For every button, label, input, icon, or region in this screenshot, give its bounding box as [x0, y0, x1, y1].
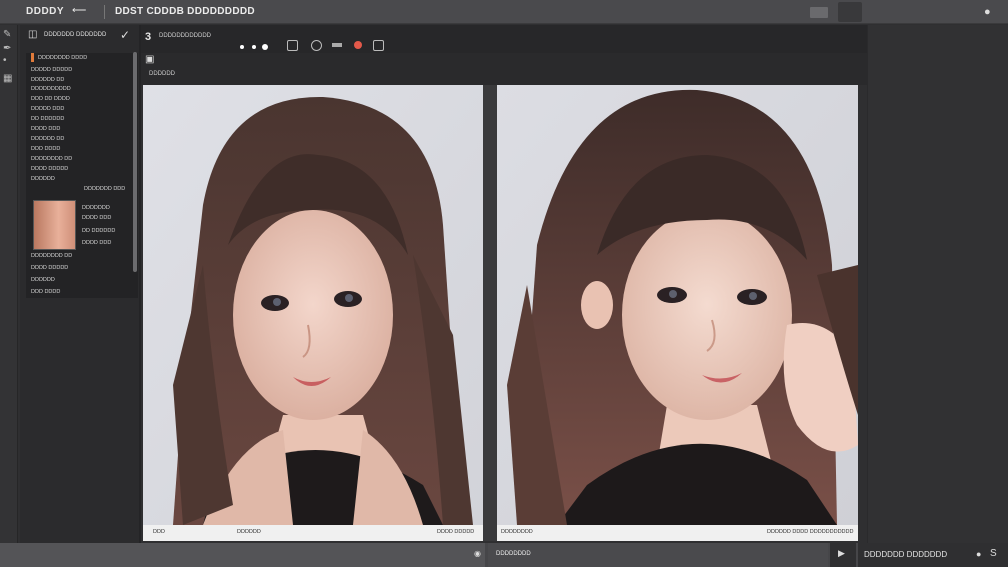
- workspace-button[interactable]: [838, 2, 862, 22]
- document-icon: ▣: [145, 54, 155, 65]
- status-segment-middle: [488, 543, 828, 567]
- status-segment-left: [0, 543, 485, 567]
- layer-item[interactable]: DDDDDDDDDD: [31, 86, 71, 92]
- portrait-image-right[interactable]: [497, 85, 858, 525]
- left-caption-b: DDDDDD: [237, 529, 261, 535]
- layers-panel: ◫ DDDDDDD DDDDDDD ✓ DDDDDDDD DDDD DDDDD …: [20, 25, 139, 543]
- grid-tool-icon[interactable]: ▦: [3, 73, 12, 84]
- properties-panel: [867, 25, 1008, 543]
- pen-tool-icon[interactable]: ✒: [3, 43, 11, 54]
- portrait-right-svg: [497, 85, 858, 525]
- right-caption-b: DDDDDD DDDD DDDDDDDDDDD: [767, 529, 854, 535]
- layer-item[interactable]: DDDDDDDD DDDD: [38, 55, 87, 61]
- dot-tool-icon[interactable]: •: [3, 55, 7, 66]
- layer-item[interactable]: DDD DDDD: [31, 146, 60, 152]
- frame-button[interactable]: [287, 40, 298, 51]
- status-right-number: S: [990, 548, 997, 559]
- document-sublabel: DDDDDD: [149, 71, 175, 77]
- layer-item[interactable]: DDDDDD DD: [31, 77, 64, 83]
- document-toolbar: 3 DDDDDDDDDDDD: [141, 25, 867, 53]
- chat-icon[interactable]: ●: [976, 549, 981, 559]
- size-medium-icon[interactable]: [252, 45, 256, 49]
- brush-icon[interactable]: ✓: [120, 28, 130, 42]
- layer-item[interactable]: DDDDD DDD: [31, 106, 64, 112]
- brush-tool-icon[interactable]: ✎: [3, 29, 11, 40]
- back-arrow-icon[interactable]: ⟵: [72, 5, 86, 16]
- layer-item[interactable]: DD DDDDDD: [82, 228, 115, 234]
- layer-item[interactable]: DDDDDD: [31, 277, 55, 283]
- layer-item[interactable]: DDDDDDD: [82, 205, 110, 211]
- status-middle-text: DDDDDDDD: [496, 551, 531, 557]
- menu-bar: DDDDY ⟵ DDST CDDDB DDDDDDDDD ●: [0, 0, 1008, 24]
- layer-item[interactable]: DDDD DDD: [82, 240, 111, 246]
- document-subheader: ▣ DDDDDD: [141, 53, 867, 85]
- layer-item[interactable]: DDDDD DDDDD: [31, 67, 72, 73]
- layer-thumbnail[interactable]: [33, 200, 76, 250]
- layer-item[interactable]: DDDDDD DD: [31, 136, 64, 142]
- layers-panel-title: DDDDDDD DDDDDDD: [44, 32, 107, 38]
- portrait-left-svg: [143, 85, 483, 525]
- left-caption-a: DDD: [153, 529, 165, 535]
- left-caption-c: DDDD DDDDD: [437, 529, 475, 535]
- left-image-caption: DDD DDDDDD DDDD DDDDD: [143, 525, 483, 541]
- record-icon[interactable]: [354, 41, 362, 49]
- document-tab-label[interactable]: DDDDDDDDDDDD: [159, 33, 211, 39]
- layer-item[interactable]: DDDDDDDD DD: [31, 156, 72, 162]
- active-layer-marker: [31, 53, 34, 62]
- layers-icon: ◫: [28, 29, 38, 40]
- status-right-text: DDDDDDD DDDDDDD: [864, 550, 948, 559]
- document-area: 3 DDDDDDDDDDDD ▣ DDDDDD DDD DDDDDD DDDD …: [141, 25, 867, 543]
- layers-panel-header: ◫ DDDDDDD DDDDDDD ✓: [20, 25, 139, 49]
- chat-bubble-icon[interactable]: ●: [984, 6, 991, 18]
- layer-item[interactable]: DDDDDDD DDD: [84, 186, 125, 192]
- photo-editor-window: DDDDY ⟵ DDST CDDDB DDDDDDDDD ● ✎ ✒ • ▦ ◫…: [0, 0, 1008, 567]
- compare-divider[interactable]: [483, 85, 497, 541]
- document-tab-number[interactable]: 3: [145, 31, 151, 43]
- document-title: DDST CDDDB DDDDDDDDD: [115, 6, 255, 17]
- size-large-icon[interactable]: [262, 44, 268, 50]
- layer-item[interactable]: DDDD DDD: [31, 126, 60, 132]
- menu-divider: [104, 5, 105, 19]
- portrait-image-left[interactable]: [143, 85, 483, 525]
- layer-item[interactable]: DDDD DDDDD: [31, 265, 68, 271]
- status-bar: ◉ DDDDDDDD ▶ DDDDDDD DDDDDDD ● S: [0, 543, 1008, 567]
- mask-button[interactable]: [311, 40, 322, 51]
- layer-item[interactable]: DDDD DDD: [82, 215, 111, 221]
- layer-item[interactable]: DDD DD DDDD: [31, 96, 70, 102]
- layer-item[interactable]: DDDDDDDD DD: [31, 253, 72, 259]
- tool-strip: ✎ ✒ • ▦: [0, 25, 18, 543]
- size-small-icon[interactable]: [240, 45, 244, 49]
- crop-button[interactable]: [373, 40, 384, 51]
- layer-list[interactable]: DDDDDDDD DDDD DDDDD DDDDD DDDDDD DD DDDD…: [26, 53, 138, 298]
- right-caption-a: DDDDDDDD: [501, 529, 533, 535]
- zoom-icon[interactable]: ◉: [474, 549, 481, 558]
- layout-toggle-button[interactable]: [810, 7, 828, 18]
- layer-item[interactable]: DDD DDDD: [31, 289, 60, 295]
- adjust-slider-icon[interactable]: [332, 43, 342, 47]
- layer-item[interactable]: DDDD DDDDD: [31, 166, 68, 172]
- layer-item[interactable]: DD DDDDDD: [31, 116, 64, 122]
- right-image-caption: DDDDDDDD DDDDDD DDDD DDDDDDDDDDD: [497, 525, 858, 541]
- layer-item[interactable]: DDDDDD: [31, 176, 55, 182]
- play-icon[interactable]: ▶: [838, 548, 845, 559]
- app-name[interactable]: DDDDY: [26, 6, 64, 17]
- layers-scrollbar[interactable]: [133, 52, 137, 272]
